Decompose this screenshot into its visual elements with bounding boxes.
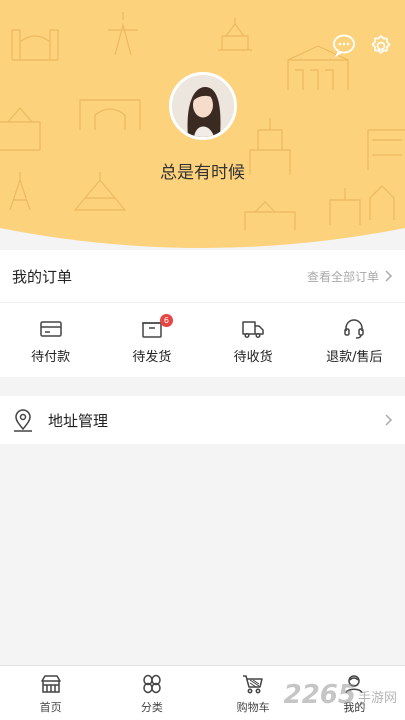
view-all-orders-link[interactable]: 查看全部订单 xyxy=(307,268,393,285)
category-icon xyxy=(143,674,161,693)
tab-label: 首页 xyxy=(39,700,62,714)
order-status-label: 待收货 xyxy=(233,349,273,365)
location-pin-icon xyxy=(14,409,32,432)
order-status-pending-payment[interactable]: 待付款 xyxy=(0,303,101,378)
chat-icon[interactable] xyxy=(332,33,356,57)
cart-icon xyxy=(243,674,263,693)
avatar-photo xyxy=(172,75,234,137)
orders-header: 我的订单 查看全部订单 xyxy=(0,250,405,303)
orders-title: 我的订单 xyxy=(12,267,73,286)
tab-label: 我的 xyxy=(343,700,366,714)
user-icon xyxy=(345,674,364,693)
chevron-right-icon xyxy=(385,270,393,282)
settings-icon[interactable] xyxy=(369,33,393,57)
truck-icon xyxy=(242,320,264,338)
address-management-row[interactable]: 地址管理 xyxy=(0,396,405,444)
user-name: 总是有时候 xyxy=(160,163,245,183)
chevron-right-icon xyxy=(385,414,393,426)
wallet-icon xyxy=(39,320,62,337)
tab-category[interactable]: 分类 xyxy=(101,666,202,720)
order-count-badge: 6 xyxy=(159,314,173,327)
tab-label: 分类 xyxy=(140,700,163,714)
profile-header: 总是有时候 xyxy=(0,0,405,250)
view-all-orders-label: 查看全部订单 xyxy=(306,269,379,284)
tab-cart[interactable]: 购物车 xyxy=(203,666,304,720)
order-status-pending-shipment[interactable]: 6 待发货 xyxy=(101,303,202,378)
tab-mine[interactable]: 我的 xyxy=(304,666,405,720)
bottom-tab-bar: 首页 分类 购物车 我的 xyxy=(0,665,405,720)
avatar[interactable] xyxy=(169,72,237,140)
order-status-label: 待付款 xyxy=(31,349,71,365)
address-management-label: 地址管理 xyxy=(48,411,109,430)
order-status-refund[interactable]: 退款/售后 xyxy=(304,303,405,378)
order-status-label: 退款/售后 xyxy=(326,349,383,365)
tab-home[interactable]: 首页 xyxy=(0,666,101,720)
order-status-label: 待发货 xyxy=(132,349,172,365)
tab-label: 购物车 xyxy=(236,700,270,714)
headset-icon xyxy=(344,318,365,339)
home-store-icon xyxy=(40,674,61,693)
orders-section: 我的订单 查看全部订单 待付款 6 待发货 待收货 退款/售后 xyxy=(0,250,405,377)
order-status-pending-receipt[interactable]: 待收货 xyxy=(203,303,304,378)
